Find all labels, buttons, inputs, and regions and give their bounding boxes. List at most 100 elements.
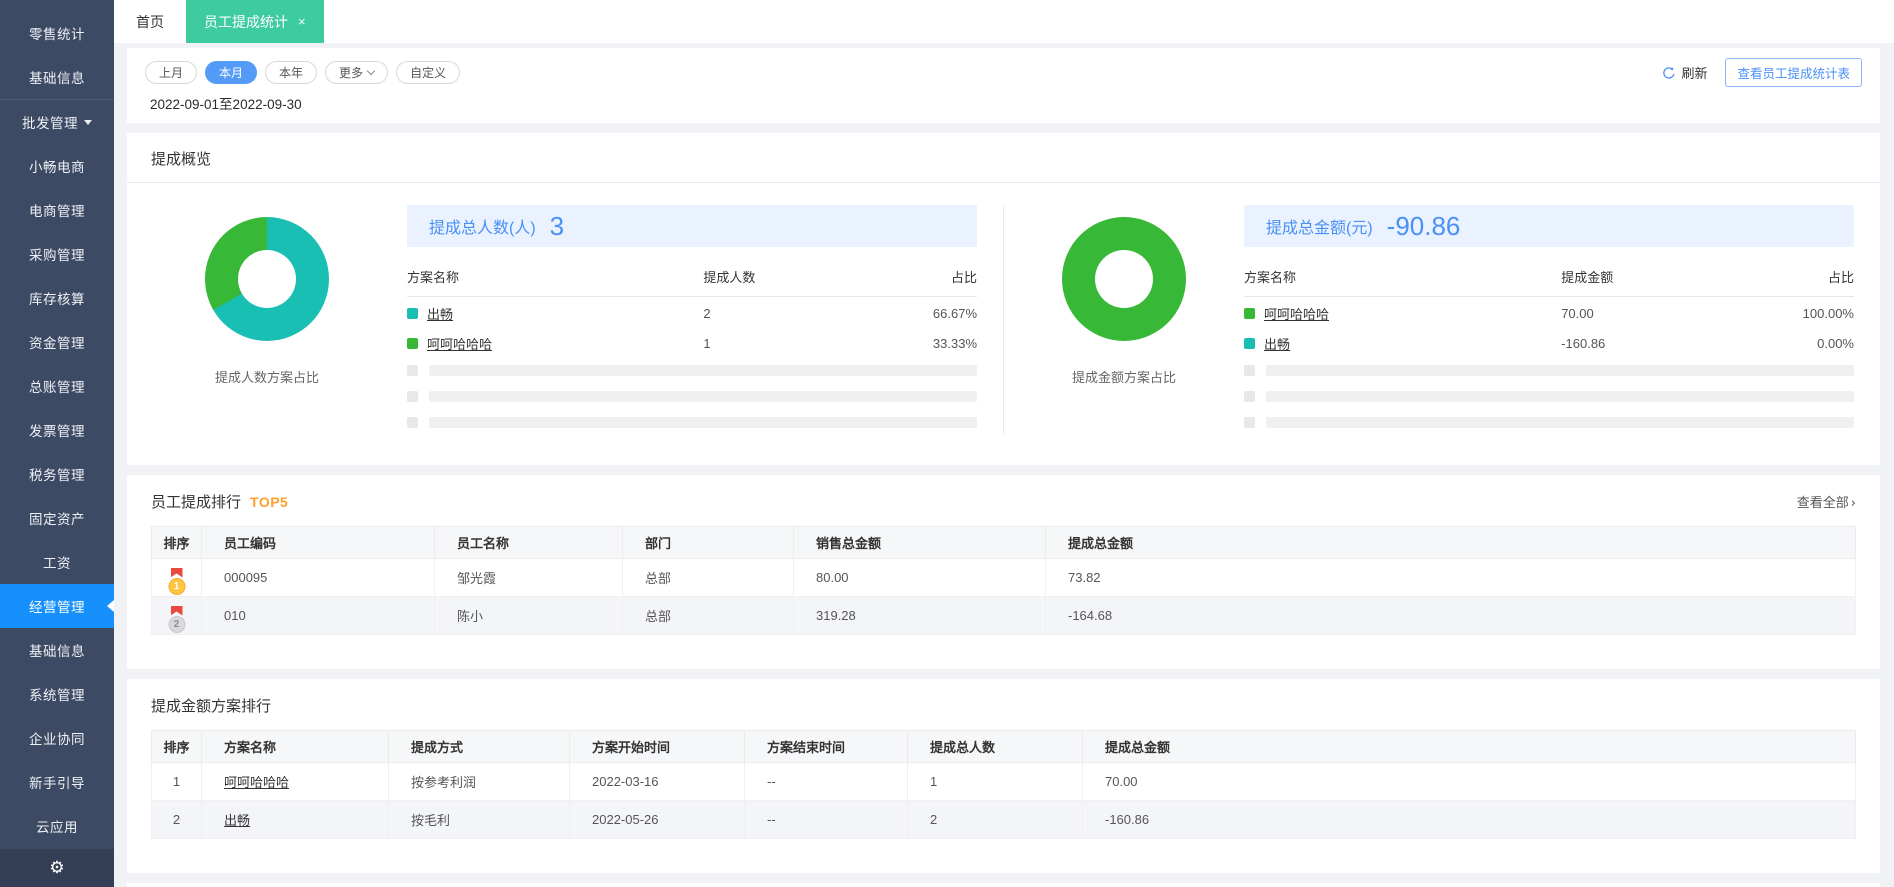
legend-swatch: [1244, 308, 1255, 319]
tab-home[interactable]: 首页: [114, 0, 186, 43]
column-header: 方案开始时间: [569, 730, 745, 763]
cell-total-commission: 73.82: [1045, 558, 1856, 597]
top5-badge: TOP5: [250, 493, 289, 510]
sidebar-item-system[interactable]: 系统管理: [0, 672, 114, 716]
filter-last-month[interactable]: 上月: [145, 61, 198, 84]
cell-method: 按参考利润: [388, 762, 570, 801]
list-item: 出畅 -160.86 0.00%: [1244, 330, 1854, 357]
column-header: 部门: [622, 526, 794, 559]
column-header: 排序: [151, 730, 202, 763]
skeleton-bar: [429, 390, 977, 402]
legend-swatch: [407, 308, 418, 319]
sidebar-item-fixed-assets[interactable]: 固定资产: [0, 496, 114, 540]
skeleton-bar: [1266, 390, 1854, 402]
list-item: 呵呵哈哈哈 1 33.33%: [407, 330, 977, 357]
list-item: 出畅 2 66.67%: [407, 300, 977, 327]
mini-table-header: 方案名称 提成人数 占比: [407, 267, 977, 297]
skeleton-row: [1244, 383, 1854, 409]
skeleton-swatch: [407, 416, 418, 428]
department-commission-card: 部门提成情况 序号 部门名称 提成方式 方案开始时间 方案结束时间 参与提成人数…: [127, 883, 1880, 887]
table-row: 2 出畅 按毛利 2022-05-26 -- 2 -160.86: [151, 800, 1856, 839]
sidebar-item-general-ledger[interactable]: 总账管理: [0, 364, 114, 408]
legend-swatch: [407, 338, 418, 349]
employee-ranking-table: 排序 员工编码 员工名称 部门 销售总金额 提成总金额 1 000095 邹光霞: [151, 526, 1856, 635]
filter-this-year[interactable]: 本年: [265, 61, 318, 84]
sidebar-item-cloud-apps[interactable]: 云应用: [0, 804, 114, 848]
cell-total-amount: 70.00: [1082, 762, 1856, 801]
sidebar-item-retail-stats[interactable]: 零售统计: [0, 11, 114, 55]
donut-label: 提成人数方案占比: [214, 370, 319, 385]
sidebar-item-invoices[interactable]: 发票管理: [0, 408, 114, 452]
stat-band-total-people: 提成总人数(人) 3: [407, 205, 977, 247]
sidebar-settings-button[interactable]: ⚙: [0, 849, 114, 887]
plan-link[interactable]: 呵呵哈哈哈: [427, 334, 492, 353]
skeleton-row: [407, 357, 977, 383]
column-header: 方案结束时间: [744, 730, 908, 763]
close-icon[interactable]: ×: [298, 15, 306, 28]
sidebar-item-beginner-guide[interactable]: 新手引导: [0, 760, 114, 804]
skeleton-swatch: [407, 364, 418, 376]
sidebar-item-collaboration[interactable]: 企业协同: [0, 716, 114, 760]
table-header-row: 排序 方案名称 提成方式 方案开始时间 方案结束时间 提成总人数 提成总金额: [151, 730, 1856, 763]
overview-count-panel: 提成人数方案占比 提成总人数(人) 3 方案名称 提成人数 占比 出畅 2 66…: [127, 205, 1003, 435]
plan-link[interactable]: 出畅: [1264, 334, 1290, 353]
table-header-row: 排序 员工编码 员工名称 部门 销售总金额 提成总金额: [151, 526, 1856, 559]
column-header: 提成总人数: [907, 730, 1083, 763]
tab-employee-commission-stats[interactable]: 员工提成统计 ×: [186, 0, 324, 43]
view-commission-report-button[interactable]: 查看员工提成统计表: [1725, 58, 1862, 87]
stat-value: 3: [549, 210, 565, 241]
sidebar-item-basic-info[interactable]: 基础信息: [0, 55, 114, 99]
sidebar-item-ecommerce[interactable]: 电商管理: [0, 188, 114, 232]
filter-custom[interactable]: 自定义: [396, 61, 461, 84]
cell-start-date: 2022-03-16: [569, 762, 745, 801]
cell-rank: 1: [151, 762, 202, 801]
skeleton-bar: [429, 364, 977, 376]
table-row: 2 010 陈小 总部 319.28 -164.68: [151, 596, 1856, 635]
date-range-text: 2022-09-01至2022-09-30: [150, 97, 302, 112]
plan-link[interactable]: 呵呵哈哈哈: [1264, 304, 1329, 323]
section-title-overview: 提成概览: [151, 151, 212, 168]
sidebar-item-payroll[interactable]: 工资: [0, 540, 114, 584]
column-header: 排序: [151, 526, 202, 559]
sidebar-item-basic-info-2[interactable]: 基础信息: [0, 628, 114, 672]
column-header: 员工编码: [201, 526, 435, 559]
sidebar-item-tax[interactable]: 税务管理: [0, 452, 114, 496]
mini-table-header: 方案名称 提成金额 占比: [1244, 267, 1854, 297]
cell-department: 总部: [622, 558, 794, 597]
cell-total-people: 2: [907, 800, 1083, 839]
cell-department: 总部: [622, 596, 794, 635]
sidebar-item-inventory[interactable]: 库存核算: [0, 276, 114, 320]
tab-bar: 首页 员工提成统计 ×: [114, 0, 1894, 43]
skeleton-swatch: [1244, 416, 1255, 428]
refresh-button[interactable]: 刷新: [1662, 63, 1707, 82]
sidebar-item-purchasing[interactable]: 采购管理: [0, 232, 114, 276]
filter-bar: 上月 本月 本年 更多 自定义 刷新 查看员工提成统计表 2022-09-01至…: [127, 48, 1880, 123]
refresh-icon: [1663, 66, 1676, 79]
sidebar-item-funds[interactable]: 资金管理: [0, 320, 114, 364]
gear-icon: ⚙: [49, 858, 65, 877]
sidebar-item-wholesale[interactable]: 批发管理: [0, 100, 114, 144]
section-title-employee-ranking: 员工提成排行: [151, 494, 242, 511]
app-window: 零售统计 基础信息 批发管理 小畅电商 电商管理 采购管理 库存核算 资金管理 …: [0, 0, 1894, 887]
sidebar-item-operations-active[interactable]: 经营管理: [0, 584, 114, 628]
plan-link[interactable]: 呵呵哈哈哈: [224, 775, 289, 790]
cell-start-date: 2022-05-26: [569, 800, 745, 839]
view-all-link[interactable]: 查看全部 ›: [1797, 492, 1856, 511]
sidebar-item-xiaochang-ecom[interactable]: 小畅电商: [0, 144, 114, 188]
cell-total-people: 1: [907, 762, 1083, 801]
filter-this-month[interactable]: 本月: [205, 61, 258, 84]
cell-employee-name: 邹光霞: [434, 558, 623, 597]
plan-link[interactable]: 出畅: [427, 304, 453, 323]
cell-employee-code: 000095: [201, 558, 435, 597]
filter-more-dropdown[interactable]: 更多: [325, 61, 389, 84]
plan-link[interactable]: 出畅: [224, 813, 250, 828]
cell-total-commission: -164.68: [1045, 596, 1856, 635]
cell-employee-name: 陈小: [434, 596, 623, 635]
skeleton-bar: [429, 416, 977, 428]
column-header: 提成总金额: [1082, 730, 1856, 763]
commission-count-donut-chart[interactable]: [205, 217, 329, 341]
sidebar: 零售统计 基础信息 批发管理 小畅电商 电商管理 采购管理 库存核算 资金管理 …: [0, 0, 114, 887]
chevron-right-icon: ›: [1850, 496, 1856, 511]
commission-amount-donut-chart[interactable]: [1062, 217, 1186, 341]
cell-total-amount: -160.86: [1082, 800, 1856, 839]
